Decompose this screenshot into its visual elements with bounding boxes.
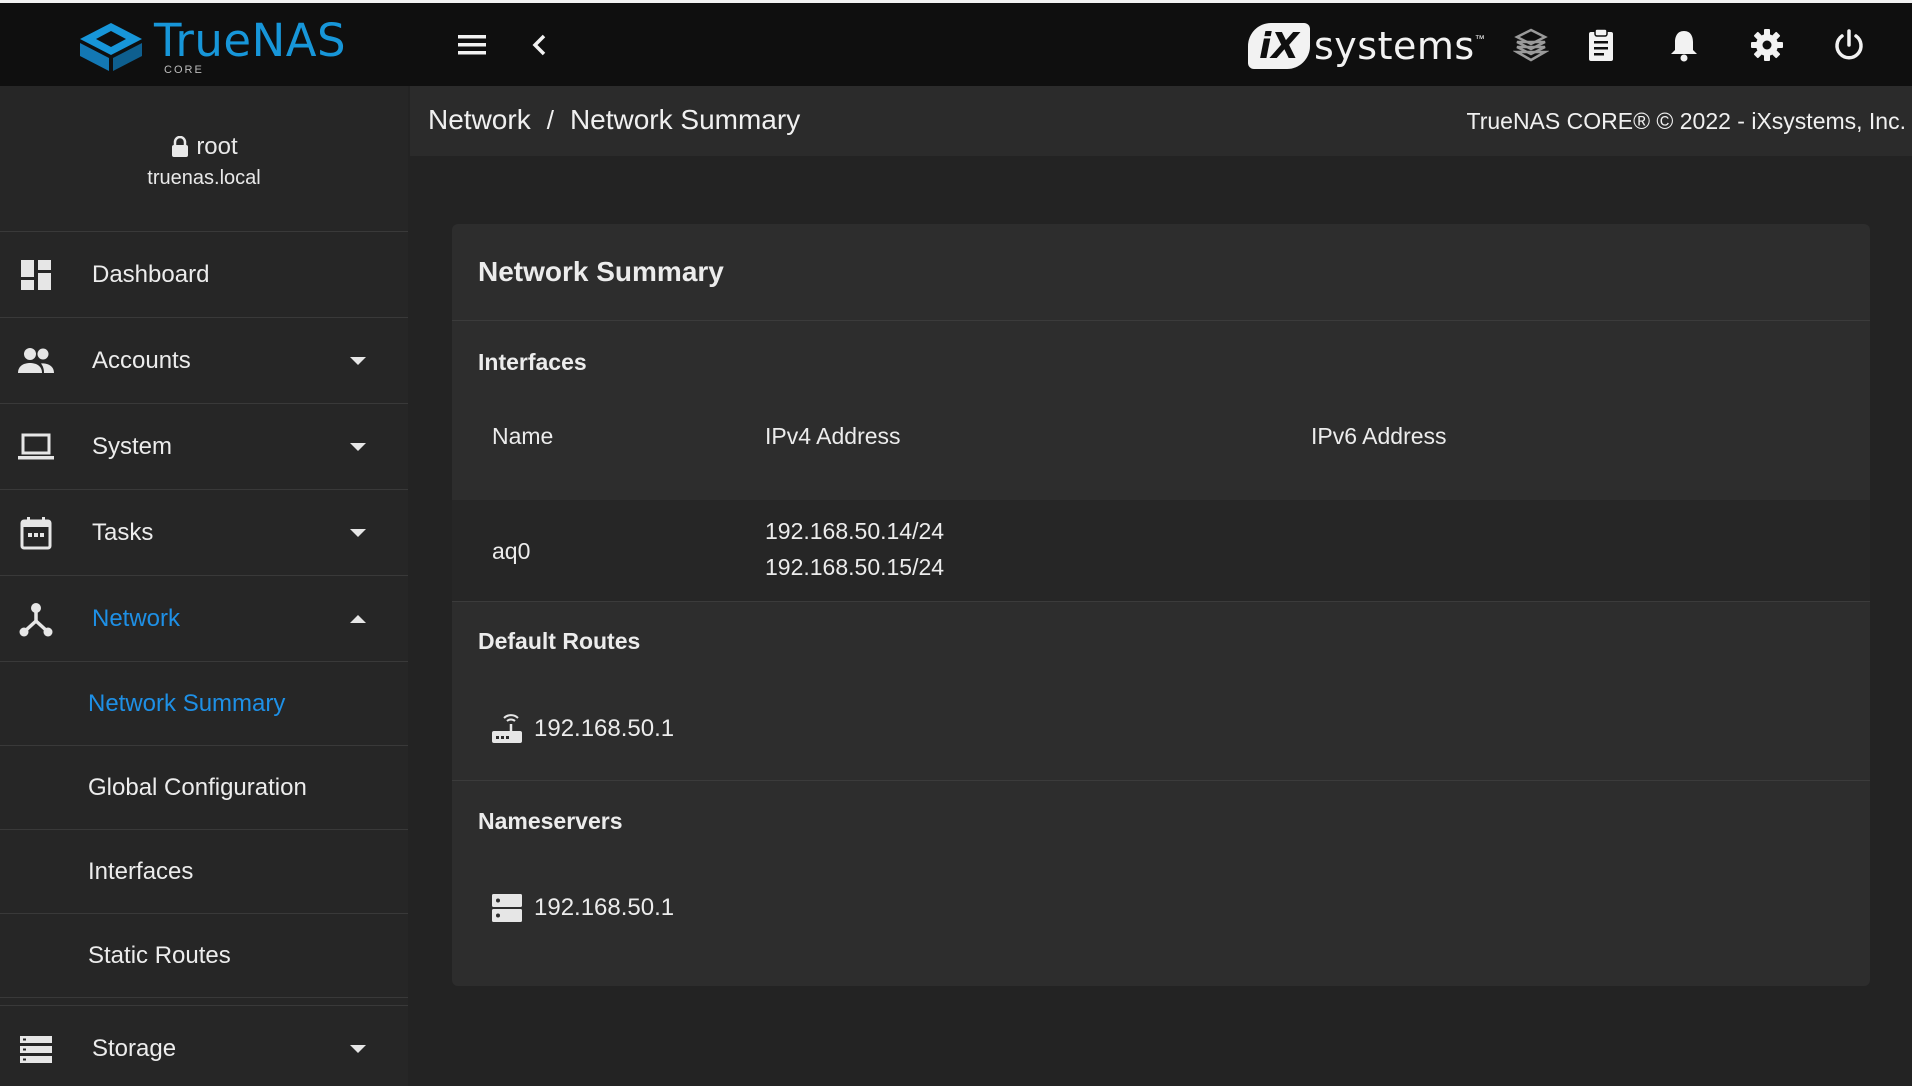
sidebar-item-tasks[interactable]: Tasks <box>0 490 408 576</box>
caret-down-icon <box>350 442 366 451</box>
collapse-sidebar-button[interactable] <box>518 23 562 67</box>
interfaces-table-header: Name IPv4 Address IPv6 Address <box>452 399 1870 475</box>
storage-icon <box>20 1035 52 1063</box>
sidebar-item-label: Storage <box>92 1034 177 1062</box>
power-icon <box>1835 29 1863 60</box>
sidebar-item-storage[interactable]: Storage <box>0 1006 408 1086</box>
logo-sub: CORE <box>164 64 204 76</box>
column-header-name: Name <box>492 423 554 449</box>
gear-icon <box>1751 29 1783 61</box>
caret-down-icon <box>350 356 366 365</box>
column-header-ipv6: IPv6 Address <box>1311 423 1447 449</box>
router-icon <box>492 714 522 743</box>
sidebar-item-label: Dashboard <box>92 260 210 288</box>
sidebar-item-label: System <box>92 432 173 460</box>
sidebar-subitem-static-routes[interactable]: Static Routes <box>0 914 408 998</box>
task-manager-button[interactable] <box>1579 23 1623 67</box>
card-divider <box>452 780 1870 781</box>
dns-server-icon <box>492 894 522 922</box>
column-header-ipv4: IPv4 Address <box>765 423 901 449</box>
network-icon <box>19 602 53 636</box>
calendar-icon <box>20 516 52 549</box>
bell-icon <box>1671 31 1697 62</box>
app-root: TrueNAS CORE iX systems ™ root truenas.l… <box>0 0 1912 1086</box>
default-route-address: 192.168.50.1 <box>534 715 675 742</box>
list-item: 192.168.50.1 <box>490 712 674 746</box>
nameservers-title: Nameservers <box>478 808 623 834</box>
sidebar-item-label: Accounts <box>92 346 191 374</box>
dashboard-icon <box>21 259 51 290</box>
menu-icon <box>458 35 486 55</box>
sidebar: root truenas.local Dashboard Accounts Sy… <box>0 86 408 1086</box>
nameserver-address: 192.168.50.1 <box>534 894 675 921</box>
hostname: truenas.local <box>147 167 261 189</box>
breadcrumb-bar: Network / Network Summary TrueNAS CORE® … <box>410 86 1912 156</box>
truenas-logo[interactable]: TrueNAS CORE <box>78 17 346 77</box>
truecommand-icon <box>1513 28 1549 62</box>
user-info: root truenas.local <box>0 86 408 232</box>
lock-icon <box>172 136 189 157</box>
card-title: Network Summary <box>478 256 724 287</box>
card-divider <box>452 601 1870 602</box>
sidebar-item-label: Tasks <box>92 518 154 546</box>
ixsystems-text: systems <box>1314 24 1475 68</box>
breadcrumb: Network / Network Summary <box>428 104 800 136</box>
menu-toggle-button[interactable] <box>450 23 494 67</box>
clipboard-icon <box>1589 28 1613 61</box>
truecommand-button[interactable] <box>1509 23 1553 67</box>
sidebar-subitem-global-configuration[interactable]: Global Configuration <box>0 746 408 830</box>
sidebar-item-dashboard[interactable]: Dashboard <box>0 232 408 318</box>
power-button[interactable] <box>1827 23 1871 67</box>
top-bar: TrueNAS CORE iX systems ™ <box>0 0 1912 86</box>
sidebar-item-label: Network <box>92 604 181 632</box>
sidebar-subitem-interfaces[interactable]: Interfaces <box>0 830 408 914</box>
truenas-logo-icon <box>80 23 142 71</box>
caret-down-icon <box>350 1044 366 1053</box>
interface-ipv4-address: 192.168.50.15/24 <box>765 554 945 580</box>
breadcrumb-parent[interactable]: Network <box>428 104 531 136</box>
sidebar-subitem-network-summary[interactable]: Network Summary <box>0 662 408 746</box>
caret-up-icon <box>350 614 366 623</box>
sidebar-item-accounts[interactable]: Accounts <box>0 318 408 404</box>
table-row: aq0 192.168.50.14/24 192.168.50.15/24 <box>452 500 1870 601</box>
breadcrumb-current: Network Summary <box>569 104 801 135</box>
username: root <box>196 133 238 160</box>
list-item: 192.168.50.1 <box>490 891 674 925</box>
ixsystems-badge: iX <box>1248 23 1310 69</box>
ixsystems-tm: ™ <box>1474 33 1485 45</box>
people-icon <box>18 347 54 373</box>
laptop-icon <box>18 433 54 459</box>
sidebar-divider <box>0 998 408 1006</box>
chevron-left-icon <box>532 34 546 56</box>
interface-ipv4-address: 192.168.50.14/24 <box>765 518 945 544</box>
default-routes-title: Default Routes <box>478 628 641 654</box>
ixsystems-logo[interactable]: iX systems ™ <box>1248 21 1485 71</box>
network-summary-card: Network Summary Interfaces Name IPv4 Add… <box>452 224 1870 986</box>
interfaces-title: Interfaces <box>478 349 587 375</box>
breadcrumb-separator: / <box>546 104 554 135</box>
sidebar-item-network[interactable]: Network <box>0 576 408 662</box>
logo-word: TrueNAS <box>154 14 347 67</box>
caret-down-icon <box>350 528 366 537</box>
card-divider <box>452 320 1870 321</box>
sidebar-item-system[interactable]: System <box>0 404 408 490</box>
copyright-text: TrueNAS CORE® © 2022 - iXsystems, Inc. <box>1466 108 1907 134</box>
interface-name: aq0 <box>492 538 531 564</box>
alerts-button[interactable] <box>1662 23 1706 67</box>
settings-button[interactable] <box>1745 23 1789 67</box>
